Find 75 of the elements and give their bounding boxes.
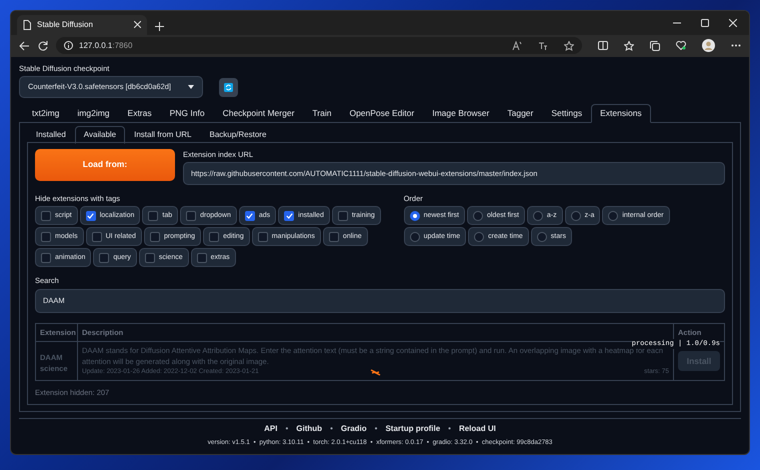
radio-button[interactable] (536, 232, 547, 242)
sub-tab[interactable]: Installed (27, 126, 75, 144)
sub-tab[interactable]: Available (74, 126, 126, 144)
radio-button[interactable] (472, 210, 483, 221)
footer-link[interactable]: Gradio (340, 424, 367, 434)
checkbox[interactable] (196, 252, 207, 263)
checkbox[interactable] (150, 232, 160, 242)
checkbox[interactable] (284, 210, 294, 221)
checkbox[interactable] (244, 210, 255, 221)
translate-icon[interactable] (538, 40, 548, 50)
radio-button[interactable] (410, 210, 420, 221)
caret-icon (188, 85, 194, 89)
checkbox[interactable] (41, 210, 51, 221)
star-icon[interactable] (564, 40, 574, 51)
checkbox[interactable] (186, 210, 196, 221)
checkbox[interactable] (258, 232, 268, 242)
footer-link[interactable]: API (264, 424, 278, 434)
main-tab[interactable]: Train (303, 104, 340, 123)
heart-icon[interactable] (676, 41, 686, 50)
info-icon[interactable] (64, 41, 73, 50)
favorites-icon[interactable] (624, 40, 634, 51)
footer-link[interactable]: Startup profile (385, 424, 440, 434)
radio-button[interactable] (608, 210, 618, 221)
separator-dot: • (285, 424, 288, 434)
checkbox[interactable] (41, 232, 51, 242)
back-icon[interactable] (19, 40, 30, 51)
checkbox[interactable] (86, 210, 96, 221)
refresh-icon (224, 82, 233, 92)
check-icon (246, 212, 254, 219)
sub-tab[interactable]: Install from URL (125, 126, 200, 144)
split-screen-icon[interactable] (598, 41, 608, 50)
checkbox[interactable] (41, 252, 51, 263)
browser-tab[interactable]: Stable Diffusion (17, 14, 147, 35)
page-icon (23, 20, 31, 30)
radio-button[interactable] (410, 232, 420, 242)
checkbox[interactable] (99, 252, 110, 263)
close-icon[interactable] (729, 18, 737, 27)
more-icon[interactable] (731, 44, 741, 48)
checkbox[interactable] (92, 232, 102, 242)
main-tab[interactable]: img2img (68, 104, 119, 123)
collections-icon[interactable] (650, 40, 660, 51)
url-text[interactable]: 127.0.0.1:7860 (79, 40, 132, 52)
new-tab-icon[interactable] (155, 22, 164, 31)
read-aloud-icon[interactable] (512, 40, 522, 50)
footer-link[interactable]: Reload UI (458, 424, 496, 434)
main-tab[interactable]: Extensions (591, 104, 651, 123)
main-tab[interactable]: PNG Info (160, 104, 214, 123)
radio-button[interactable] (532, 210, 543, 221)
checkbox[interactable] (209, 232, 220, 242)
refresh-button[interactable] (219, 78, 238, 96)
main-tab[interactable]: Checkpoint Merger (214, 104, 304, 123)
checkbox[interactable] (338, 210, 348, 221)
check-icon (87, 212, 94, 219)
checkbox[interactable] (144, 252, 155, 263)
separator-dot: • (330, 424, 333, 434)
main-tab[interactable]: OpenPose Editor (340, 104, 424, 123)
sub-tab[interactable]: Backup/Restore (200, 126, 276, 144)
checkbox[interactable] (148, 210, 158, 221)
radio-button[interactable] (474, 232, 484, 242)
footer-link[interactable]: Github (296, 424, 322, 434)
radio-button[interactable] (570, 210, 581, 221)
main-tab[interactable]: Image Browser (423, 104, 498, 123)
main-tab[interactable]: txt2img (23, 104, 68, 123)
checkbox[interactable] (328, 232, 339, 242)
maximize-icon[interactable] (701, 18, 709, 27)
main-tab[interactable]: Settings (542, 104, 592, 123)
reload-icon[interactable] (38, 40, 48, 51)
avatar-icon[interactable] (702, 39, 715, 52)
separator-dot: • (448, 424, 451, 434)
main-tab[interactable]: Tagger (498, 104, 542, 123)
close-icon[interactable] (134, 21, 141, 28)
main-tab[interactable]: Extras (118, 104, 161, 123)
check-icon (286, 212, 293, 219)
loading-spinner-icon (370, 368, 381, 376)
separator-dot: • (374, 424, 378, 434)
